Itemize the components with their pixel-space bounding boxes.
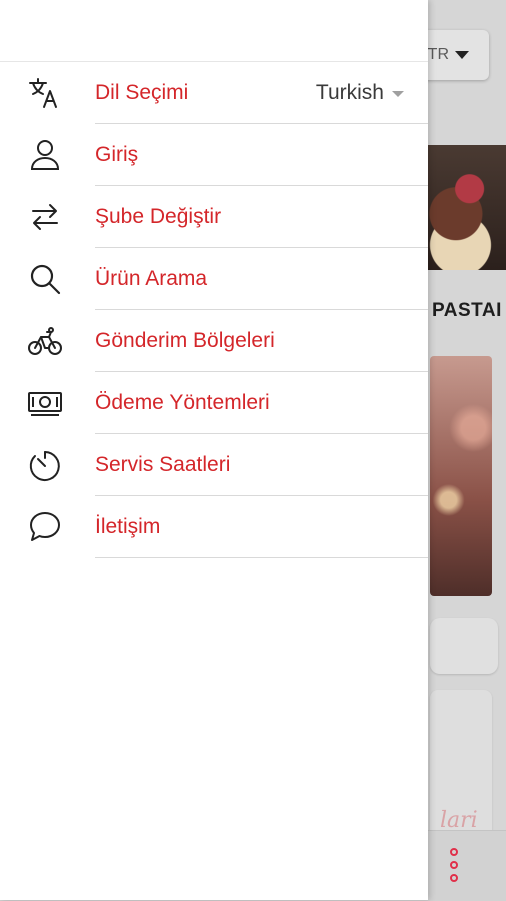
- menu-item-label: Şube Değiştir: [95, 205, 222, 228]
- menu-item-label: Servis Saatleri: [95, 453, 231, 476]
- menu-item-label: İletişim: [95, 515, 161, 538]
- language-button-label: TR: [427, 46, 449, 63]
- bicycle-icon: [27, 323, 63, 359]
- translate-icon: [27, 75, 63, 111]
- hero-cake-image: [415, 145, 506, 270]
- swap-arrows-icon: [27, 199, 63, 235]
- menu-item-payment-methods[interactable]: Ödeme Yöntemleri: [0, 372, 428, 434]
- menu-item-label: Giriş: [95, 143, 139, 166]
- drawer-header: [0, 0, 428, 62]
- search-icon: [27, 261, 63, 297]
- more-vertical-icon[interactable]: [450, 848, 458, 882]
- user-icon: [27, 137, 63, 173]
- menu-item-language[interactable]: Dil Seçimi Turkish: [0, 62, 428, 124]
- drawer-menu: Dil Seçimi Turkish Giriş Şube Değiştir Ü…: [0, 62, 428, 558]
- language-select-value: Turkish: [315, 81, 384, 104]
- money-icon: [27, 385, 63, 421]
- menu-item-product-search[interactable]: Ürün Arama: [0, 248, 428, 310]
- navigation-drawer: Dil Seçimi Turkish Giriş Şube Değiştir Ü…: [0, 0, 428, 900]
- menu-item-service-hours[interactable]: Servis Saatleri: [0, 434, 428, 496]
- language-select[interactable]: Turkish: [316, 62, 404, 124]
- menu-item-label: Gönderim Bölgeleri: [95, 329, 275, 352]
- product-card-image[interactable]: [430, 356, 492, 596]
- section-title: PASTAI: [432, 300, 502, 321]
- caret-down-icon: [455, 51, 469, 59]
- menu-item-login[interactable]: Giriş: [0, 124, 428, 186]
- timer-icon: [27, 447, 63, 483]
- menu-item-delivery-zones[interactable]: Gönderim Bölgeleri: [0, 310, 428, 372]
- divider: [95, 557, 428, 558]
- menu-item-label: Ürün Arama: [95, 267, 208, 290]
- chat-icon: [27, 509, 63, 545]
- menu-item-contact[interactable]: İletişim: [0, 496, 428, 558]
- bottom-bar: [428, 830, 506, 901]
- chevron-down-icon: [392, 91, 404, 97]
- info-pill: [430, 618, 498, 674]
- menu-item-label: Dil Seçimi: [95, 81, 189, 104]
- menu-item-change-branch[interactable]: Şube Değiştir: [0, 186, 428, 248]
- menu-item-label: Ödeme Yöntemleri: [95, 391, 270, 414]
